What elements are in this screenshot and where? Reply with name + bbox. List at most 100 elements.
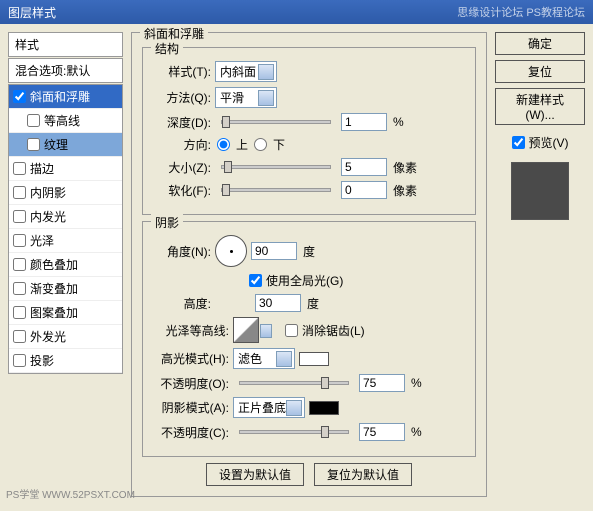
style-checkbox[interactable] xyxy=(13,234,26,247)
style-label: 样式(T): xyxy=(153,63,211,80)
preview-label: 预览(V) xyxy=(529,134,569,151)
style-item-label: 纹理 xyxy=(44,136,68,153)
style-item-10[interactable]: 外发光 xyxy=(9,325,122,349)
dialog-actions: 确定 复位 新建样式(W)... 预览(V) xyxy=(495,32,585,503)
style-checkbox[interactable] xyxy=(13,306,26,319)
altitude-input[interactable]: 30 xyxy=(255,294,301,312)
angle-dial[interactable] xyxy=(215,235,247,267)
style-item-label: 内阴影 xyxy=(30,184,66,201)
style-checkbox[interactable] xyxy=(27,114,40,127)
style-checkbox[interactable] xyxy=(13,210,26,223)
style-item-4[interactable]: 内阴影 xyxy=(9,181,122,205)
contour-label: 光泽等高线: xyxy=(153,322,229,339)
style-item-6[interactable]: 光泽 xyxy=(9,229,122,253)
style-item-1[interactable]: 等高线 xyxy=(9,109,122,133)
ok-button[interactable]: 确定 xyxy=(495,32,585,55)
global-light-checkbox[interactable] xyxy=(249,274,262,287)
bevel-emboss-group: 斜面和浮雕 结构 样式(T): 内斜面 方法(Q): 平滑 深度(D): 1 % xyxy=(131,32,487,497)
style-item-5[interactable]: 内发光 xyxy=(9,205,122,229)
dialog-title: 图层样式 xyxy=(8,4,56,20)
direction-down-radio[interactable] xyxy=(254,138,267,151)
structure-legend: 结构 xyxy=(151,40,183,57)
global-light-label: 使用全局光(G) xyxy=(266,272,343,289)
style-item-3[interactable]: 描边 xyxy=(9,157,122,181)
highlight-color-swatch[interactable] xyxy=(299,352,329,366)
depth-label: 深度(D): xyxy=(153,114,211,131)
style-item-2[interactable]: 纹理 xyxy=(9,133,122,157)
style-item-label: 图案叠加 xyxy=(30,304,78,321)
style-list: 斜面和浮雕等高线纹理描边内阴影内发光光泽颜色叠加渐变叠加图案叠加外发光投影 xyxy=(8,84,123,374)
preview-swatch xyxy=(511,162,569,220)
structure-group: 结构 样式(T): 内斜面 方法(Q): 平滑 深度(D): 1 % 方向: xyxy=(142,47,476,215)
style-checkbox[interactable] xyxy=(27,138,40,151)
method-select[interactable]: 平滑 xyxy=(215,87,277,108)
shading-group: 阴影 角度(N): 90 度 使用全局光(G) 高度: 30 度 xyxy=(142,221,476,457)
styles-header: 样式 xyxy=(8,32,123,57)
style-item-11[interactable]: 投影 xyxy=(9,349,122,373)
depth-slider[interactable] xyxy=(221,120,331,124)
size-label: 大小(Z): xyxy=(153,159,211,176)
style-checkbox[interactable] xyxy=(13,282,26,295)
style-checkbox[interactable] xyxy=(13,258,26,271)
style-item-label: 内发光 xyxy=(30,208,66,225)
style-item-label: 外发光 xyxy=(30,328,66,345)
style-checkbox[interactable] xyxy=(13,330,26,343)
direction-up-label: 上 xyxy=(236,136,248,153)
altitude-unit: 度 xyxy=(307,295,319,312)
make-default-button[interactable]: 设置为默认值 xyxy=(206,463,304,486)
shadow-mode-select[interactable]: 正片叠底 xyxy=(233,397,305,418)
style-select[interactable]: 内斜面 xyxy=(215,61,277,82)
blend-options[interactable]: 混合选项:默认 xyxy=(8,58,123,83)
style-item-label: 描边 xyxy=(30,160,54,177)
style-checkbox[interactable] xyxy=(13,186,26,199)
highlight-mode-select[interactable]: 滤色 xyxy=(233,348,295,369)
depth-input[interactable]: 1 xyxy=(341,113,387,131)
size-slider[interactable] xyxy=(221,165,331,169)
antialias-checkbox[interactable] xyxy=(285,324,298,337)
soften-slider[interactable] xyxy=(221,188,331,192)
highlight-opacity-slider[interactable] xyxy=(239,381,349,385)
angle-input[interactable]: 90 xyxy=(251,242,297,260)
altitude-label: 高度: xyxy=(153,295,211,312)
title-bar: 图层样式 思缘设计论坛 PS教程论坛 xyxy=(0,0,593,24)
style-item-7[interactable]: 颜色叠加 xyxy=(9,253,122,277)
styles-panel: 样式 混合选项:默认 斜面和浮雕等高线纹理描边内阴影内发光光泽颜色叠加渐变叠加图… xyxy=(8,32,123,503)
direction-up-radio[interactable] xyxy=(217,138,230,151)
highlight-mode-label: 高光模式(H): xyxy=(153,350,229,367)
style-item-label: 斜面和浮雕 xyxy=(30,88,90,105)
style-checkbox[interactable] xyxy=(13,90,26,103)
style-item-0[interactable]: 斜面和浮雕 xyxy=(9,85,122,109)
angle-label: 角度(N): xyxy=(153,243,211,260)
contour-picker[interactable] xyxy=(233,317,259,343)
style-item-label: 光泽 xyxy=(30,232,54,249)
method-label: 方法(Q): xyxy=(153,89,211,106)
antialias-label: 消除锯齿(L) xyxy=(302,322,365,339)
settings-panel: 斜面和浮雕 结构 样式(T): 内斜面 方法(Q): 平滑 深度(D): 1 % xyxy=(131,32,487,503)
style-item-8[interactable]: 渐变叠加 xyxy=(9,277,122,301)
style-checkbox[interactable] xyxy=(13,162,26,175)
soften-unit: 像素 xyxy=(393,182,417,199)
direction-label: 方向: xyxy=(153,136,211,153)
highlight-opacity-label: 不透明度(O): xyxy=(153,375,229,392)
cancel-button[interactable]: 复位 xyxy=(495,60,585,83)
watermark-right: 思缘设计论坛 PS教程论坛 xyxy=(457,4,585,20)
shadow-mode-label: 阴影模式(A): xyxy=(153,399,229,416)
footer-watermark: PS学堂 WWW.52PSXT.COM xyxy=(6,486,135,501)
style-item-label: 等高线 xyxy=(44,112,80,129)
direction-down-label: 下 xyxy=(273,136,285,153)
shadow-opacity-slider[interactable] xyxy=(239,430,349,434)
highlight-opacity-input[interactable]: 75 xyxy=(359,374,405,392)
size-unit: 像素 xyxy=(393,159,417,176)
shadow-color-swatch[interactable] xyxy=(309,401,339,415)
soften-label: 软化(F): xyxy=(153,182,211,199)
style-item-9[interactable]: 图案叠加 xyxy=(9,301,122,325)
shading-legend: 阴影 xyxy=(151,214,183,231)
new-style-button[interactable]: 新建样式(W)... xyxy=(495,88,585,125)
preview-checkbox[interactable] xyxy=(512,136,525,149)
reset-default-button[interactable]: 复位为默认值 xyxy=(314,463,412,486)
shadow-opacity-label: 不透明度(C): xyxy=(153,424,229,441)
shadow-opacity-input[interactable]: 75 xyxy=(359,423,405,441)
size-input[interactable]: 5 xyxy=(341,158,387,176)
style-checkbox[interactable] xyxy=(13,354,26,367)
soften-input[interactable]: 0 xyxy=(341,181,387,199)
